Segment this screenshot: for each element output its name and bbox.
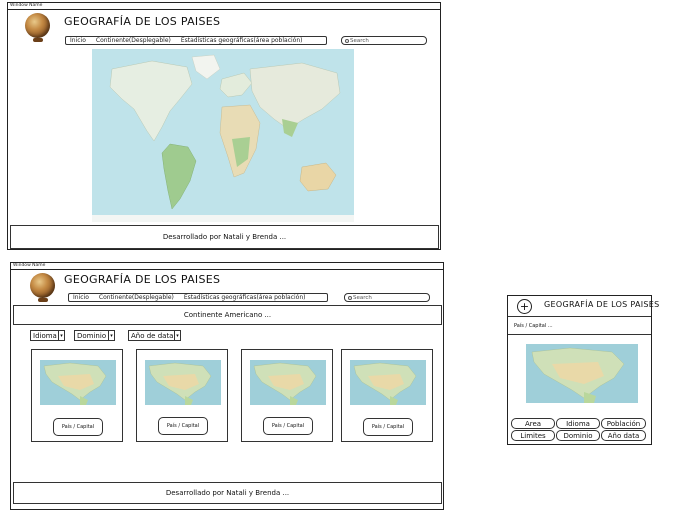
filter-ano-label: Año de data <box>131 331 174 340</box>
continent-section-title: Continente Americano ... <box>13 305 442 325</box>
nav-estadisticas[interactable]: Estadísticas geográficas(área población) <box>184 294 306 301</box>
header-divider <box>508 316 651 317</box>
search-icon <box>348 295 352 300</box>
chevron-down-icon: ▾ <box>108 331 114 340</box>
pill-idioma[interactable]: Idioma <box>556 418 600 429</box>
main-nav: Inicio Continente(Desplegable) Estadísti… <box>68 293 328 302</box>
main-nav: Inicio Continente(Desplegable) Estadísti… <box>65 36 327 45</box>
search-input[interactable]: Search <box>341 36 427 45</box>
add-icon[interactable]: + <box>517 299 532 314</box>
country-capital-button[interactable]: País / Capital <box>53 418 103 436</box>
country-card[interactable]: País / Capital <box>341 349 433 442</box>
country-card[interactable]: País / Capital <box>241 349 333 442</box>
north-america-map <box>40 360 116 405</box>
north-america-map <box>350 360 426 405</box>
nav-continente[interactable]: Continente(Desplegable) <box>99 294 174 301</box>
north-america-map <box>145 360 221 405</box>
pill-poblacion[interactable]: Población <box>601 418 646 429</box>
mobile-window: + GEOGRAFÍA DE LOS PAISES País / Capital… <box>507 295 659 445</box>
pill-limites[interactable]: Limites <box>511 430 555 441</box>
search-input[interactable]: Search <box>344 293 430 302</box>
filter-dominio-label: Dominio <box>77 331 107 340</box>
app-title: GEOGRAFÍA DE LOS PAISES <box>544 300 660 309</box>
north-america-map <box>250 360 326 405</box>
globe-logo-icon <box>25 13 50 38</box>
filter-ano-data[interactable]: Año de data ▾ <box>128 330 181 341</box>
globe-logo-icon <box>30 273 55 298</box>
pill-ano-data[interactable]: Año data <box>601 430 646 441</box>
footer: Desarrollado por Natali y Brenda ... <box>13 482 442 504</box>
country-card[interactable]: País / Capital <box>136 349 228 442</box>
footer: Desarrollado por Natali y Brenda ... <box>10 225 439 249</box>
country-capital-button[interactable]: País / Capital <box>363 418 413 436</box>
nav-continente[interactable]: Continente(Desplegable) <box>96 37 171 44</box>
nav-estadisticas[interactable]: Estadísticas geográficas(área población) <box>181 37 303 44</box>
search-icon <box>345 38 349 43</box>
filter-idioma-label: Idioma <box>33 331 57 340</box>
nav-inicio[interactable]: Inicio <box>73 294 89 301</box>
continent-window: Window Name GEOGRAFÍA DE LOS PAISES Inic… <box>10 262 444 510</box>
sub-divider <box>508 334 651 335</box>
country-card[interactable]: País / Capital <box>31 349 123 442</box>
window-titlebar <box>11 263 443 270</box>
search-placeholder: Search <box>350 37 369 44</box>
north-america-map[interactable] <box>526 344 638 403</box>
globe-stand <box>38 298 48 302</box>
window-name: Window Name <box>10 3 43 8</box>
search-placeholder: Search <box>353 294 372 301</box>
home-window: Window Name GEOGRAFÍA DE LOS PAISES Inic… <box>7 2 441 250</box>
pill-area[interactable]: Area <box>511 418 555 429</box>
nav-inicio[interactable]: Inicio <box>70 37 86 44</box>
app-title: GEOGRAFÍA DE LOS PAISES <box>64 273 221 286</box>
chevron-down-icon: ▾ <box>174 331 180 340</box>
pill-dominio[interactable]: Dominio <box>556 430 600 441</box>
app-title: GEOGRAFÍA DE LOS PAISES <box>64 15 221 28</box>
window-titlebar <box>8 3 440 10</box>
globe-stand <box>33 38 43 42</box>
country-capital-button[interactable]: País / Capital <box>263 417 313 435</box>
filter-idioma[interactable]: Idioma ▾ <box>30 330 65 341</box>
chevron-down-icon: ▾ <box>58 331 64 340</box>
country-capital-label: País / Capital ... <box>514 323 553 329</box>
world-map[interactable] <box>92 49 354 222</box>
filter-dominio[interactable]: Dominio ▾ <box>74 330 115 341</box>
country-capital-button[interactable]: País / Capital <box>158 417 208 435</box>
window-name: Window Name <box>13 263 46 268</box>
